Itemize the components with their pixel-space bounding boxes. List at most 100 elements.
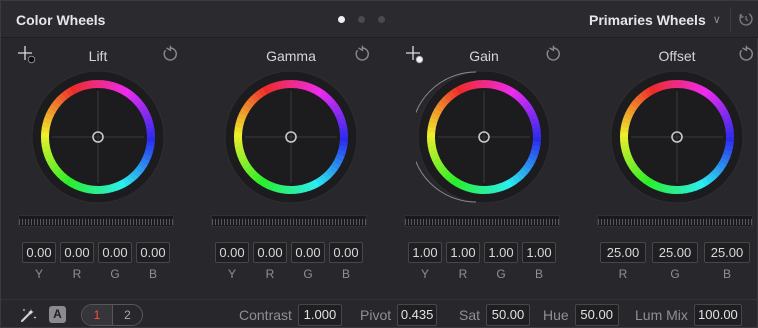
gain-wheel-block: Gain 1.00 Y 1.00 R 1.00 G 1.00 B bbox=[396, 38, 572, 288]
gamma-master-wheel[interactable] bbox=[211, 215, 367, 227]
lift-color-wheel[interactable] bbox=[30, 69, 166, 205]
sat-value[interactable]: 50.00 bbox=[486, 304, 531, 326]
page-dot-1[interactable] bbox=[338, 16, 345, 23]
panel-title: Color Wheels bbox=[16, 12, 106, 28]
page-indicator bbox=[338, 16, 385, 24]
color-wheels-panel: Color Wheels Primaries Wheels ∨ Lift 0.00… bbox=[0, 0, 758, 328]
lift-y-value[interactable]: 0.00 bbox=[22, 242, 56, 263]
channel-label: R bbox=[618, 267, 628, 281]
gain-value-fields: 1.00 Y 1.00 R 1.00 G 1.00 B bbox=[408, 242, 556, 281]
pivot-param: Pivot 0.435 bbox=[360, 304, 438, 326]
lift-field-g: 0.00 G bbox=[98, 242, 132, 281]
page-dot-3[interactable] bbox=[378, 16, 385, 23]
channel-label: Y bbox=[227, 267, 236, 281]
page-button-2[interactable]: 2 bbox=[112, 305, 142, 325]
channel-label: G bbox=[110, 267, 120, 281]
gain-field-r: 1.00 R bbox=[446, 242, 480, 281]
page-dot-2[interactable] bbox=[358, 16, 365, 23]
channel-label: G bbox=[670, 267, 680, 281]
offset-label: Offset bbox=[658, 48, 696, 64]
chevron-down-icon: ∨ bbox=[712, 13, 721, 26]
gamma-wheel-block: Gamma 0.00 Y 0.00 R 0.00 G 0.00 B bbox=[203, 38, 379, 288]
gamma-field-y: 0.00 Y bbox=[215, 242, 249, 281]
gamma-color-wheel[interactable] bbox=[223, 69, 359, 205]
lift-field-r: 0.00 R bbox=[60, 242, 94, 281]
offset-master-wheel[interactable] bbox=[597, 215, 753, 227]
gamma-field-b: 0.00 B bbox=[329, 242, 363, 281]
page-toggle: 1 2 bbox=[81, 304, 143, 326]
channel-label: R bbox=[72, 267, 82, 281]
offset-wheel-block: Offset 25.00 R 25.00 G 25.00 B bbox=[589, 38, 758, 288]
lum-mix-label: Lum Mix bbox=[635, 307, 688, 323]
channel-label: R bbox=[265, 267, 275, 281]
gamma-b-value[interactable]: 0.00 bbox=[329, 242, 363, 263]
reset-all-icon[interactable] bbox=[737, 10, 755, 28]
channel-label: B bbox=[534, 267, 543, 281]
sat-param: Sat 50.00 bbox=[459, 304, 531, 326]
hue-param: Hue 50.00 bbox=[543, 304, 619, 326]
reset-icon[interactable] bbox=[353, 45, 371, 63]
gamma-field-g: 0.00 G bbox=[291, 242, 325, 281]
channel-label: G bbox=[496, 267, 506, 281]
gain-field-g: 1.00 G bbox=[484, 242, 518, 281]
gain-g-value[interactable]: 1.00 bbox=[484, 242, 518, 263]
lift-field-y: 0.00 Y bbox=[22, 242, 56, 281]
pivot-label: Pivot bbox=[360, 307, 392, 323]
page-button-1[interactable]: 1 bbox=[82, 305, 112, 325]
gain-color-wheel[interactable] bbox=[416, 69, 552, 205]
gamma-g-value[interactable]: 0.00 bbox=[291, 242, 325, 263]
offset-field-g: 25.00 G bbox=[652, 242, 698, 281]
reset-icon[interactable] bbox=[737, 45, 755, 63]
channel-label: B bbox=[722, 267, 731, 281]
gamma-r-value[interactable]: 0.00 bbox=[253, 242, 287, 263]
gain-field-y: 1.00 Y bbox=[408, 242, 442, 281]
channel-label: R bbox=[458, 267, 468, 281]
lift-r-value[interactable]: 0.00 bbox=[60, 242, 94, 263]
lift-value-fields: 0.00 Y 0.00 R 0.00 G 0.00 B bbox=[22, 242, 170, 281]
lift-wheel-block: Lift 0.00 Y 0.00 R 0.00 G 0.00 B bbox=[10, 38, 186, 288]
gamma-y-value[interactable]: 0.00 bbox=[215, 242, 249, 263]
lum-mix-value[interactable]: 100.00 bbox=[693, 304, 742, 326]
lift-b-value[interactable]: 0.00 bbox=[136, 242, 170, 263]
gain-y-value[interactable]: 1.00 bbox=[408, 242, 442, 263]
lift-master-wheel[interactable] bbox=[18, 215, 174, 227]
auto-balance-icon[interactable] bbox=[19, 305, 39, 325]
lum-mix-param: Lum Mix 100.00 bbox=[635, 304, 742, 326]
reset-icon[interactable] bbox=[161, 45, 179, 63]
gain-master-wheel[interactable] bbox=[404, 215, 560, 227]
header-divider bbox=[730, 7, 731, 32]
gain-r-value[interactable]: 1.00 bbox=[446, 242, 480, 263]
panel-header: Color Wheels Primaries Wheels ∨ bbox=[1, 1, 758, 38]
reset-icon[interactable] bbox=[544, 45, 562, 63]
lift-g-value[interactable]: 0.00 bbox=[98, 242, 132, 263]
channel-label: Y bbox=[420, 267, 429, 281]
picker-black-icon[interactable] bbox=[16, 44, 38, 66]
pivot-value[interactable]: 0.435 bbox=[397, 304, 438, 326]
offset-value-fields: 25.00 R 25.00 G 25.00 B bbox=[600, 242, 750, 281]
sat-label: Sat bbox=[459, 307, 481, 323]
offset-r-value[interactable]: 25.00 bbox=[600, 242, 646, 263]
channel-label: Y bbox=[34, 267, 43, 281]
channel-label: G bbox=[303, 267, 313, 281]
gain-b-value[interactable]: 1.00 bbox=[522, 242, 556, 263]
picker-white-icon[interactable] bbox=[404, 44, 426, 66]
gain-field-b: 1.00 B bbox=[522, 242, 556, 281]
hue-value[interactable]: 50.00 bbox=[574, 304, 619, 326]
contrast-label: Contrast bbox=[239, 307, 292, 323]
auto-button[interactable]: A bbox=[49, 306, 66, 323]
mode-dropdown[interactable]: Primaries Wheels ∨ bbox=[584, 7, 730, 33]
channel-label: B bbox=[148, 267, 157, 281]
contrast-value[interactable]: 1.000 bbox=[297, 304, 342, 326]
channel-label: B bbox=[341, 267, 350, 281]
offset-b-value[interactable]: 25.00 bbox=[704, 242, 750, 263]
offset-g-value[interactable]: 25.00 bbox=[652, 242, 698, 263]
offset-color-wheel[interactable] bbox=[609, 69, 745, 205]
lift-field-b: 0.00 B bbox=[136, 242, 170, 281]
offset-field-b: 25.00 B bbox=[704, 242, 750, 281]
panel-footer: A 1 2 Contrast 1.000 Pivot 0.435 Sat 50.00 Hue… bbox=[1, 299, 758, 328]
offset-field-r: 25.00 R bbox=[600, 242, 646, 281]
gamma-value-fields: 0.00 Y 0.00 R 0.00 G 0.00 B bbox=[215, 242, 363, 281]
contrast-param: Contrast 1.000 bbox=[239, 304, 342, 326]
hue-label: Hue bbox=[543, 307, 569, 323]
mode-dropdown-label: Primaries Wheels bbox=[589, 12, 706, 28]
